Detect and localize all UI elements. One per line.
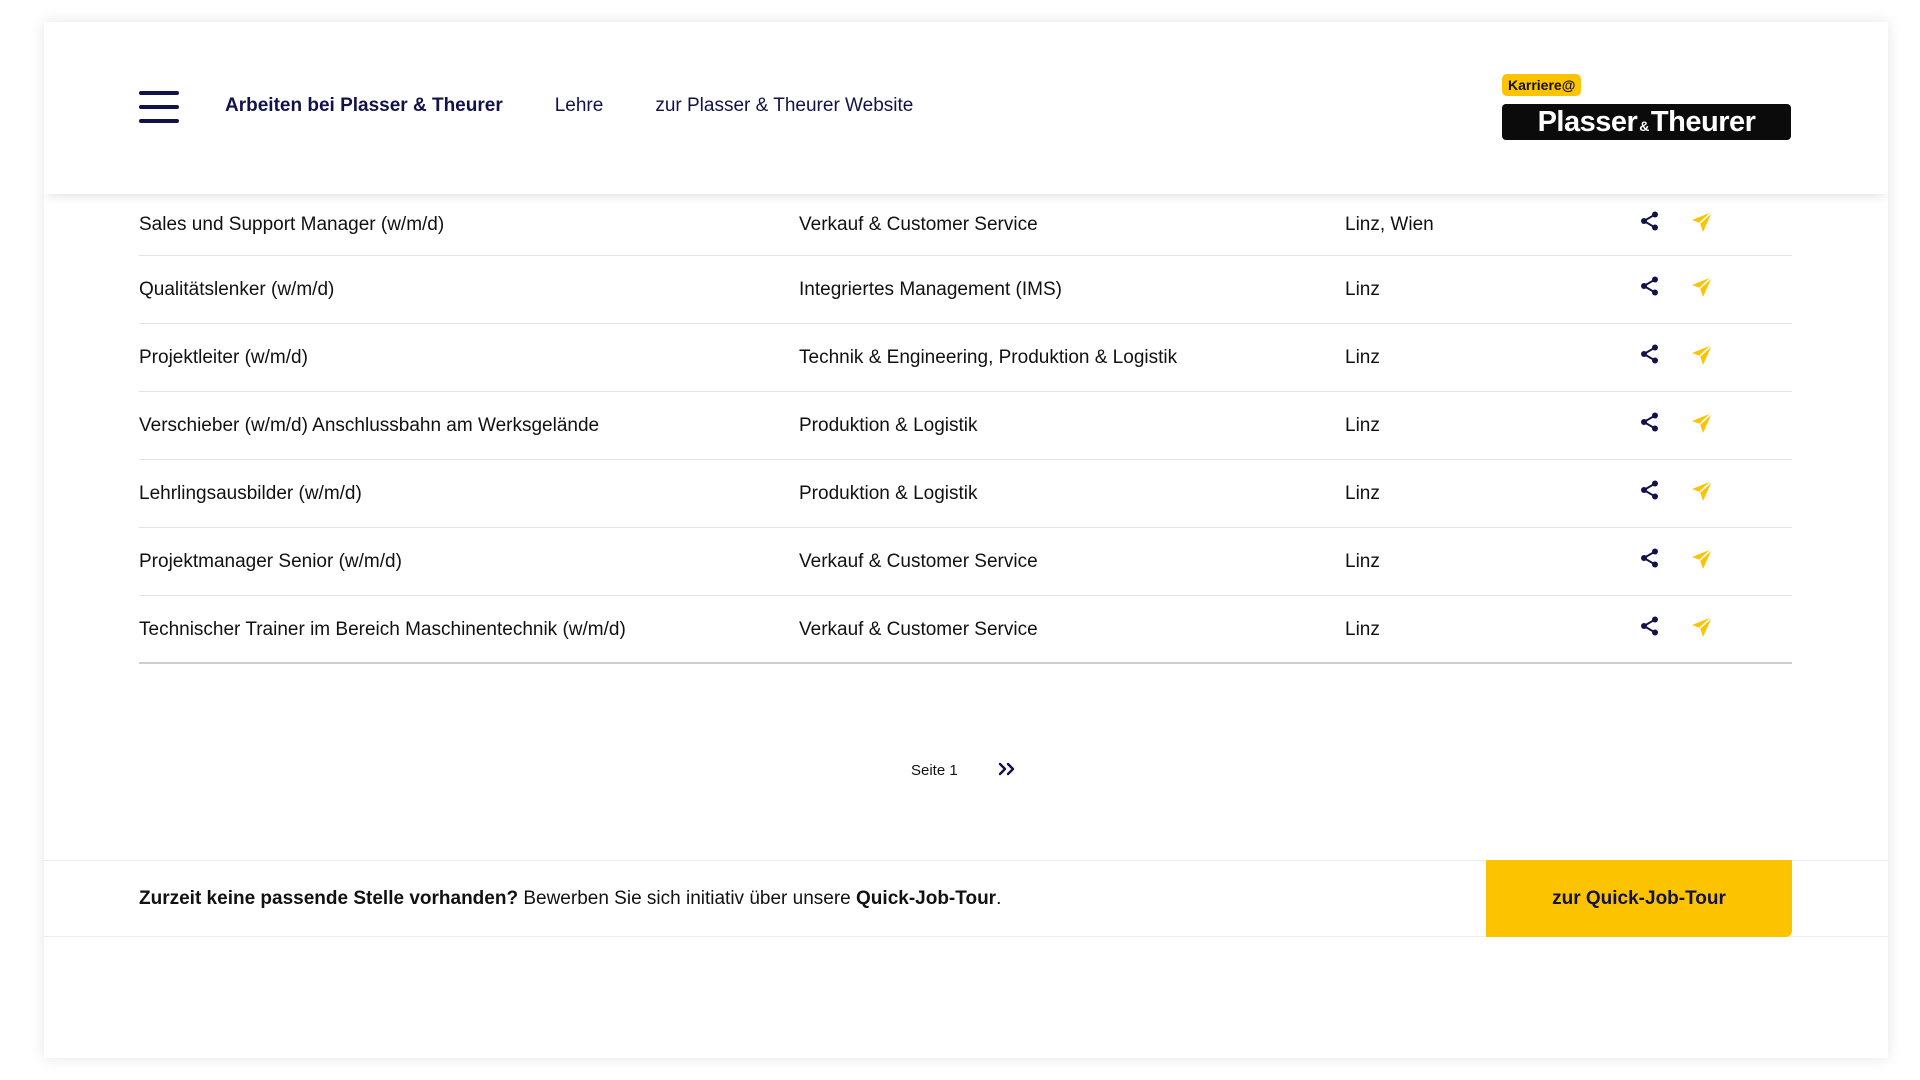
karriere-badge: Karriere@ [1502,74,1582,96]
main-nav: Arbeiten bei Plasser & Theurer Lehre zur… [225,95,913,117]
job-category: Produktion & Logistik [799,483,978,504]
site-header: Arbeiten bei Plasser & Theurer Lehre zur… [44,22,1888,194]
job-row[interactable]: Sales und Support Manager (w/m/d) Verkauf… [139,194,1792,256]
paper-plane-icon[interactable] [1690,343,1714,367]
double-chevron-right-icon[interactable] [998,759,1016,782]
share-icon[interactable] [1639,275,1661,297]
nav-link-arbeiten[interactable]: Arbeiten bei Plasser & Theurer [225,95,503,117]
paper-plane-icon[interactable] [1690,615,1714,639]
share-icon[interactable] [1639,411,1661,433]
next-page-icon-svg [998,762,1014,776]
paper-plane-icon[interactable] [1690,479,1714,503]
job-category: Verkauf & Customer Service [799,214,1038,235]
job-category: Verkauf & Customer Service [799,551,1038,572]
job-row[interactable]: Projektmanager Senior (w/m/d) Verkauf & C… [139,528,1792,596]
job-category: Integriertes Management (IMS) [799,279,1062,300]
paper-plane-icon[interactable] [1690,275,1714,299]
pagination: Seite 1 [911,759,1016,782]
job-category: Technik & Engineering, Produktion & Logi… [799,347,1178,368]
page-label: Seite 1 [911,762,958,779]
paper-plane-icon[interactable] [1690,411,1714,435]
paper-plane-icon[interactable] [1690,210,1714,234]
job-title[interactable]: Verschieber (w/m/d) Anschlussbahn am Wer… [139,415,599,437]
job-title[interactable]: Projektleiter (w/m/d) [139,347,308,369]
initiative-bar: Zurzeit keine passende Stelle vorhanden?… [44,860,1888,937]
page-card: Arbeiten bei Plasser & Theurer Lehre zur… [44,22,1888,1058]
nav-link-lehre[interactable]: Lehre [555,95,604,117]
quick-job-tour-link[interactable]: Quick-Job-Tour [856,888,996,909]
paper-plane-icon[interactable] [1690,547,1714,571]
job-title[interactable]: Sales und Support Manager (w/m/d) [139,214,444,236]
job-title[interactable]: Projektmanager Senior (w/m/d) [139,551,402,573]
job-location: Linz, Wien [1345,214,1434,235]
job-row[interactable]: Qualitätslenker (w/m/d) Integriertes Mana… [139,256,1792,324]
share-icon[interactable] [1639,547,1661,569]
job-location: Linz [1345,415,1380,436]
job-category: Produktion & Logistik [799,415,978,436]
logo-wordmark: Plasser &Theurer [1502,104,1791,140]
job-location: Linz [1345,347,1380,368]
job-row[interactable]: Technischer Trainer im Bereich Maschinen… [139,596,1792,664]
job-location: Linz [1345,483,1380,504]
share-icon[interactable] [1639,479,1661,501]
job-location: Linz [1345,279,1380,300]
share-icon[interactable] [1639,343,1661,365]
share-icon[interactable] [1639,210,1661,232]
hamburger-menu-icon[interactable] [139,91,179,123]
job-category: Verkauf & Customer Service [799,619,1038,640]
company-logo[interactable]: Karriere@ Plasser &Theurer [1502,74,1791,144]
quick-job-tour-button[interactable]: zur Quick-Job-Tour [1486,860,1792,937]
initiative-text: Zurzeit keine passende Stelle vorhanden?… [139,888,1002,909]
job-row[interactable]: Lehrlingsausbilder (w/m/d) Produktion & L… [139,460,1792,528]
job-row[interactable]: Projektleiter (w/m/d) Technik & Engineeri… [139,324,1792,392]
nav-link-website[interactable]: zur Plasser & Theurer Website [655,95,913,117]
job-title[interactable]: Qualitätslenker (w/m/d) [139,279,334,301]
job-title[interactable]: Technischer Trainer im Bereich Maschinen… [139,619,626,641]
job-location: Linz [1345,551,1380,572]
job-title[interactable]: Lehrlingsausbilder (w/m/d) [139,483,362,505]
share-icon[interactable] [1639,615,1661,637]
job-table: Sales und Support Manager (w/m/d) Verkauf… [139,194,1792,664]
job-row[interactable]: Verschieber (w/m/d) Anschlussbahn am Wer… [139,392,1792,460]
job-location: Linz [1345,619,1380,640]
initiative-body: Bewerben Sie sich initiativ über unsere [518,888,857,909]
initiative-lead: Zurzeit keine passende Stelle vorhanden? [139,888,519,909]
